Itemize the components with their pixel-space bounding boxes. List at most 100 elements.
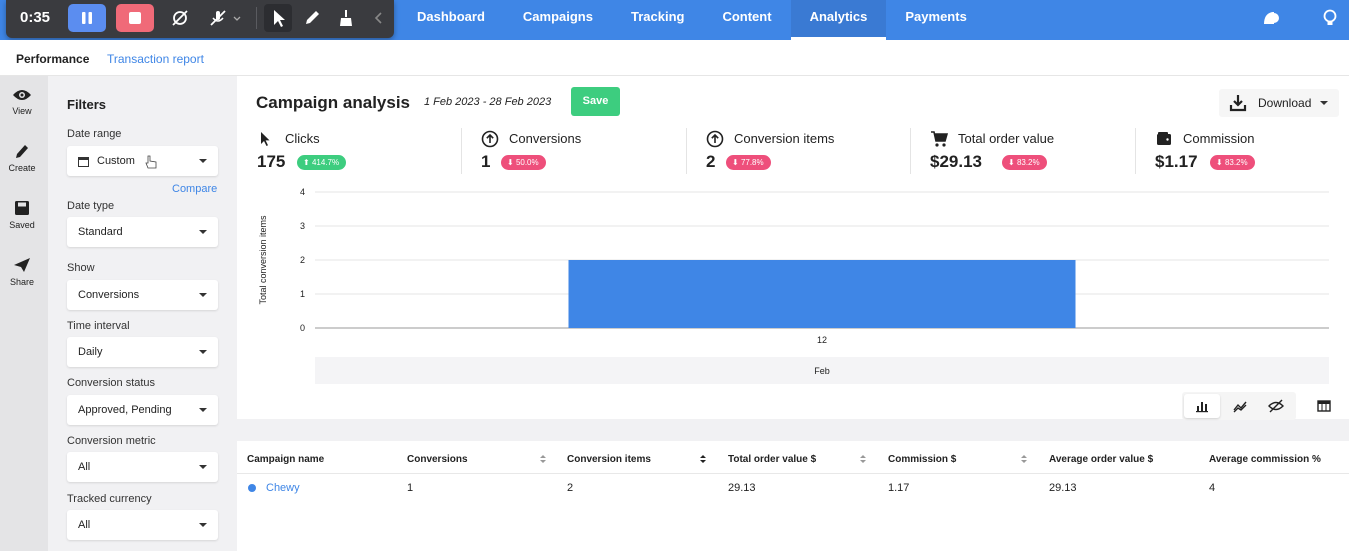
y-tick-label: 3 — [300, 221, 305, 231]
column-header[interactable]: Conversion items — [567, 454, 651, 465]
metric-label: Commission — [1183, 131, 1255, 146]
metric-divider — [461, 128, 462, 174]
chevron-down-icon — [199, 408, 207, 412]
conversion-status-value: Approved, Pending — [78, 404, 172, 416]
tab-campaigns[interactable]: Campaigns — [504, 0, 612, 40]
conversion-status-select[interactable]: Approved, Pending — [67, 395, 218, 425]
pause-button[interactable] — [68, 4, 106, 32]
column-header[interactable]: Commission $ — [888, 454, 956, 465]
metric-value: 175 — [257, 152, 286, 171]
date-range-value: Custom — [97, 155, 135, 167]
arrow-up-circle-icon — [481, 130, 499, 148]
column-header[interactable]: Campaign name — [247, 454, 324, 465]
recording-toolbar: 0:35 — [6, 0, 394, 38]
rail-item-share[interactable]: Share — [0, 256, 44, 287]
table-cell: 29.13 — [1049, 482, 1077, 494]
line-chart-button[interactable] — [1222, 394, 1258, 418]
hide-chart-button[interactable] — [1258, 394, 1294, 418]
stop-button[interactable] — [116, 4, 154, 32]
calendar-icon — [78, 157, 89, 167]
rail-label-saved: Saved — [9, 220, 35, 230]
tracked-currency-value: All — [78, 519, 91, 531]
chevron-down-icon — [199, 465, 207, 469]
arrow-up-circle-icon — [706, 130, 724, 148]
tab-analytics[interactable]: Analytics — [790, 0, 887, 40]
tab-content[interactable]: Content — [703, 0, 790, 40]
time-interval-value: Daily — [78, 346, 103, 358]
eye-icon — [13, 90, 31, 100]
table-cell: 1 — [407, 482, 414, 494]
column-header[interactable]: Conversions — [407, 454, 468, 465]
save-button[interactable]: Save — [571, 87, 620, 116]
change-badge: ⬇ 83.2% — [1210, 155, 1255, 170]
tab-payments[interactable]: Payments — [886, 0, 985, 40]
metric-divider — [910, 128, 911, 174]
rail-item-view[interactable]: View — [0, 87, 44, 116]
toolbar-divider — [256, 7, 257, 29]
sort-icon[interactable] — [859, 453, 867, 465]
tab-transaction-report[interactable]: Transaction report — [107, 52, 204, 66]
pointer-tool-button[interactable] — [264, 4, 292, 32]
theme-toggle-icon[interactable] — [1260, 8, 1280, 28]
metric-conversion-items: Conversion items 2 ⬇ 77.8% — [706, 126, 926, 180]
y-tick-label: 2 — [300, 255, 305, 265]
tab-performance[interactable]: Performance — [16, 52, 89, 66]
metric-value: 1 — [481, 152, 491, 171]
table-view-icon[interactable] — [1317, 400, 1331, 412]
chart-bar — [568, 260, 1076, 328]
metric-divider — [1135, 128, 1136, 174]
date-range-select[interactable]: Custom — [67, 146, 218, 176]
metric-clicks: Clicks 175 ⬆ 414.7% — [257, 126, 477, 180]
sub-navigation: Performance Transaction report — [0, 40, 1349, 76]
microphone-off-icon[interactable] — [208, 8, 228, 28]
lightbulb-icon[interactable] — [1320, 8, 1340, 28]
tab-dashboard[interactable]: Dashboard — [398, 0, 504, 40]
show-select[interactable]: Conversions — [67, 280, 218, 310]
sort-icon[interactable] — [1020, 453, 1028, 465]
date-type-select[interactable]: Standard — [67, 217, 218, 247]
chart-type-toggle — [1182, 392, 1296, 420]
bar-chart-icon — [1196, 402, 1208, 413]
stop-icon — [129, 12, 141, 24]
tab-tracking[interactable]: Tracking — [612, 0, 703, 40]
y-axis-label: Total conversion items — [258, 215, 268, 305]
collapse-toolbar-icon[interactable] — [372, 8, 386, 28]
column-header[interactable]: Average order value $ — [1049, 454, 1153, 465]
rail-label-share: Share — [9, 277, 35, 287]
sort-icon[interactable] — [539, 453, 547, 465]
compare-link[interactable]: Compare — [172, 183, 217, 195]
brush-icon[interactable] — [336, 8, 356, 28]
conversion-metric-value: All — [78, 461, 91, 473]
bar-chart-button[interactable] — [1184, 394, 1220, 418]
conversion-metric-label: Conversion metric — [67, 435, 156, 447]
x-tick-label: 12 — [817, 335, 827, 345]
tracked-currency-select[interactable]: All — [67, 510, 218, 540]
date-range-label: Date range — [67, 128, 122, 140]
cart-icon — [931, 131, 948, 147]
download-button[interactable]: Download — [1219, 89, 1339, 117]
campaign-color-dot — [248, 484, 256, 492]
conversion-items-chart: 01234Total conversion items12Feb — [258, 187, 1329, 384]
column-header[interactable]: Total order value $ — [728, 454, 816, 465]
time-interval-select[interactable]: Daily — [67, 337, 218, 367]
conversion-metric-select[interactable]: All — [67, 452, 218, 482]
pen-icon[interactable] — [302, 8, 322, 28]
chevron-down-icon[interactable] — [232, 8, 242, 28]
column-header[interactable]: Average commission % — [1209, 454, 1321, 465]
sort-icon[interactable] — [699, 453, 707, 465]
campaign-name-link[interactable]: Chewy — [266, 482, 300, 494]
cursor-icon — [274, 10, 285, 27]
wallet-icon — [1157, 132, 1171, 145]
rail-label-create: Create — [8, 163, 36, 173]
date-type-value: Standard — [78, 226, 123, 238]
time-interval-label: Time interval — [67, 320, 130, 332]
rail-item-create[interactable]: Create — [0, 142, 44, 173]
camera-off-icon[interactable] — [170, 8, 190, 28]
chevron-down-icon — [199, 523, 207, 527]
metric-label: Total order value — [958, 131, 1055, 146]
pencil-icon — [16, 145, 28, 158]
rail-item-saved[interactable]: Saved — [0, 199, 44, 230]
metric-value: $1.17 — [1155, 152, 1198, 171]
metric-total-order-value: Total order value $29.13 ⬇ 83.2% — [930, 126, 1150, 180]
hand-cursor-icon — [145, 155, 157, 169]
